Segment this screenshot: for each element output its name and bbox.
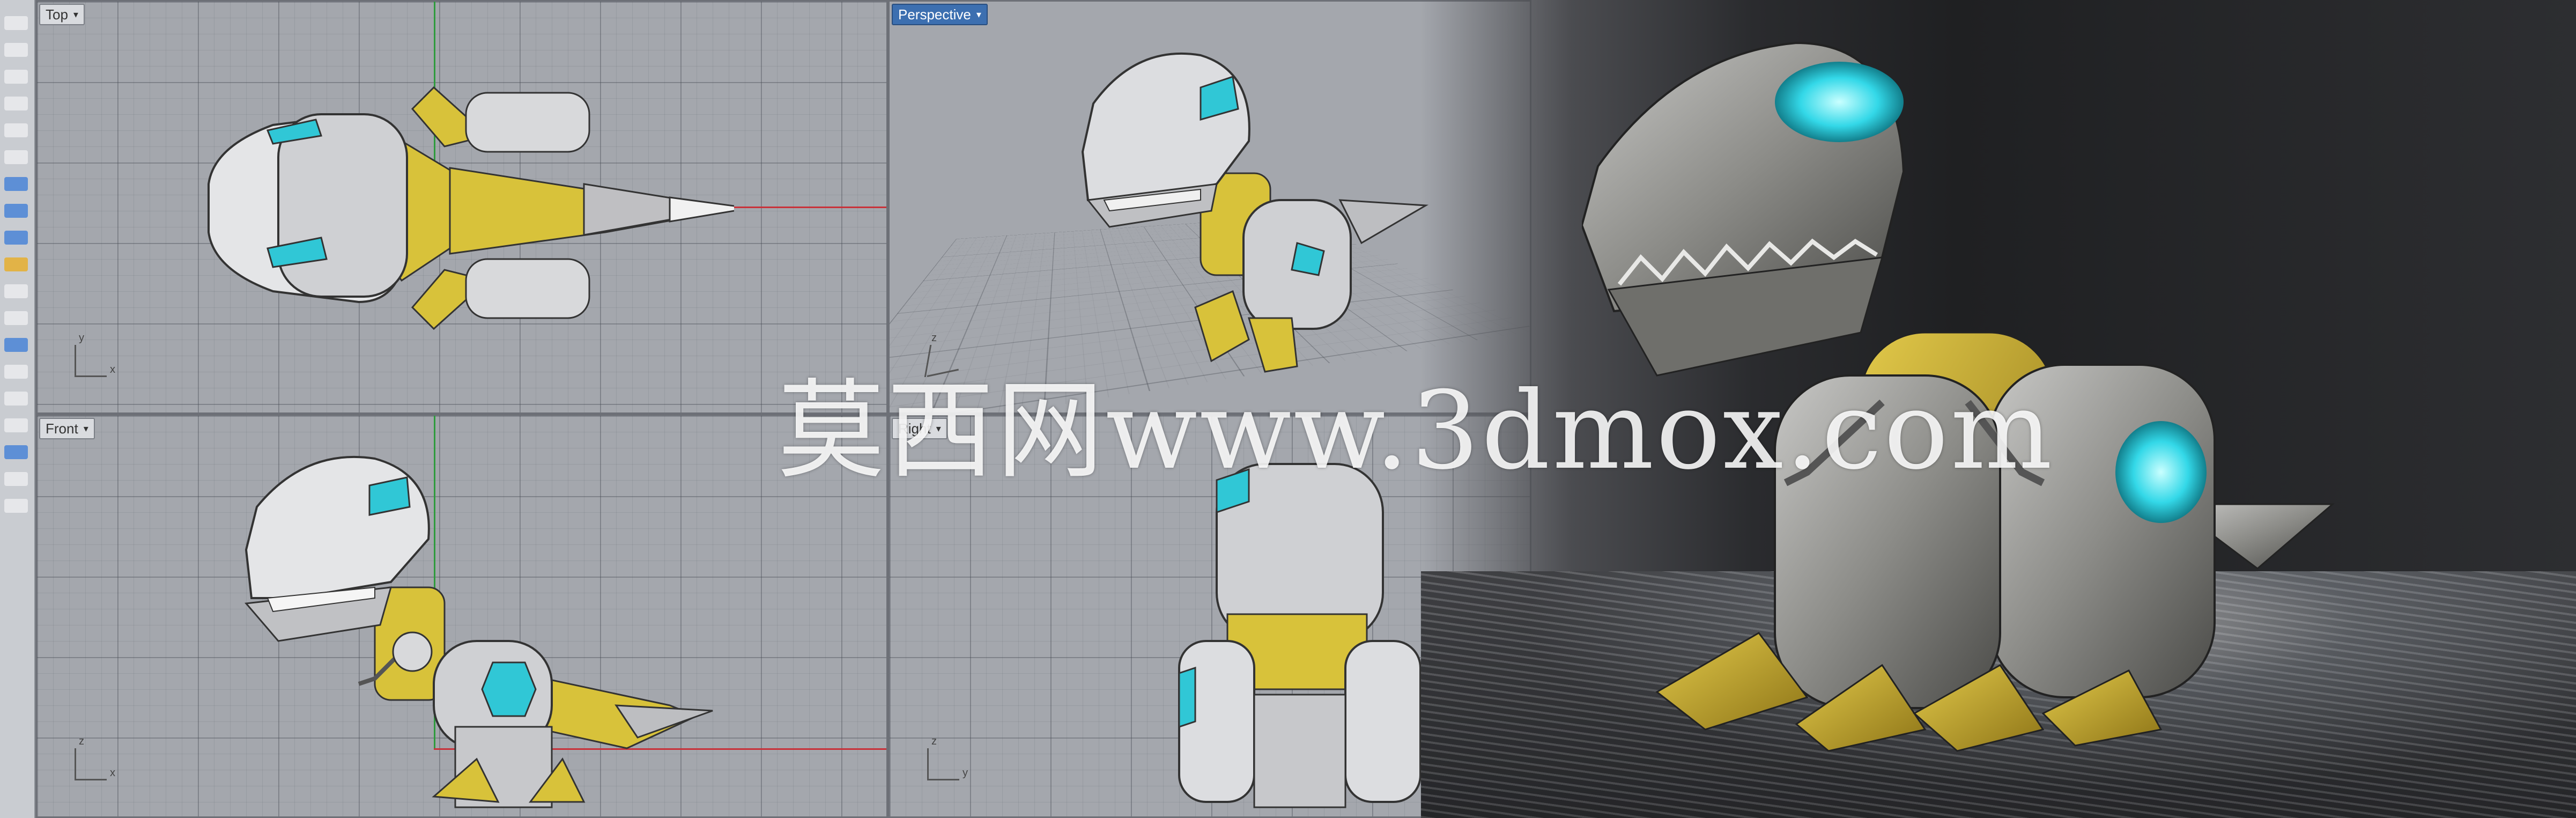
axis-triad: y x (75, 332, 128, 377)
box-tool-icon[interactable] (4, 204, 28, 218)
mesh-tool-icon[interactable] (4, 392, 28, 406)
axis-label-x: x (110, 364, 115, 375)
left-toolbar (0, 0, 35, 818)
axis-triad: z x (75, 735, 128, 780)
axis-label-z: z (931, 735, 937, 747)
model-front-view[interactable] (198, 426, 734, 813)
arc-tool-icon[interactable] (4, 150, 28, 164)
point-tool-icon[interactable] (4, 43, 28, 57)
viewport-label: Perspective (898, 6, 971, 23)
model-top-view[interactable] (198, 77, 734, 356)
axis-label-z: z (79, 735, 84, 747)
chevron-down-icon[interactable]: ▾ (73, 10, 78, 19)
curve-tool-icon[interactable] (4, 97, 28, 110)
viewport-front[interactable]: Front ▾ z x (35, 414, 888, 818)
axis-label-y: y (79, 332, 84, 344)
surface-tool-icon[interactable] (4, 231, 28, 245)
render-tool-icon[interactable] (4, 445, 28, 459)
sphere-tool-icon[interactable] (4, 177, 28, 191)
axis-label-y: y (963, 767, 968, 779)
viewport-label: Top (46, 6, 68, 23)
properties-tool-icon[interactable] (4, 499, 28, 513)
watermark-text: 莫西网www.3dmox.com (778, 369, 2055, 493)
polyline-tool-icon[interactable] (4, 70, 28, 84)
model-perspective-view[interactable] (1040, 39, 1447, 382)
chevron-down-icon[interactable]: ▾ (976, 10, 981, 19)
transform-tool-icon[interactable] (4, 257, 28, 271)
chevron-down-icon[interactable]: ▾ (84, 424, 88, 433)
viewport-top[interactable]: Top ▾ y x (35, 0, 888, 414)
viewport-tab-perspective[interactable]: Perspective ▾ (892, 4, 988, 25)
viewport-tab-top[interactable]: Top ▾ (39, 4, 85, 25)
viewport-tab-front[interactable]: Front ▾ (39, 418, 95, 439)
viewport-label: Front (46, 420, 78, 437)
rotate-tool-icon[interactable] (4, 311, 28, 325)
boolean-tool-icon[interactable] (4, 338, 28, 352)
move-tool-icon[interactable] (4, 284, 28, 298)
circle-tool-icon[interactable] (4, 123, 28, 137)
dimension-tool-icon[interactable] (4, 418, 28, 432)
select-tool-icon[interactable] (4, 16, 28, 30)
fillet-tool-icon[interactable] (4, 365, 28, 379)
axis-triad: z y (927, 735, 981, 780)
axis-label-x: x (110, 767, 115, 779)
layer-tool-icon[interactable] (4, 472, 28, 486)
axis-label-z: z (931, 332, 937, 344)
app-window: Top ▾ y x Perspective ▾ z Front ▾ z x Ri… (0, 0, 2576, 818)
